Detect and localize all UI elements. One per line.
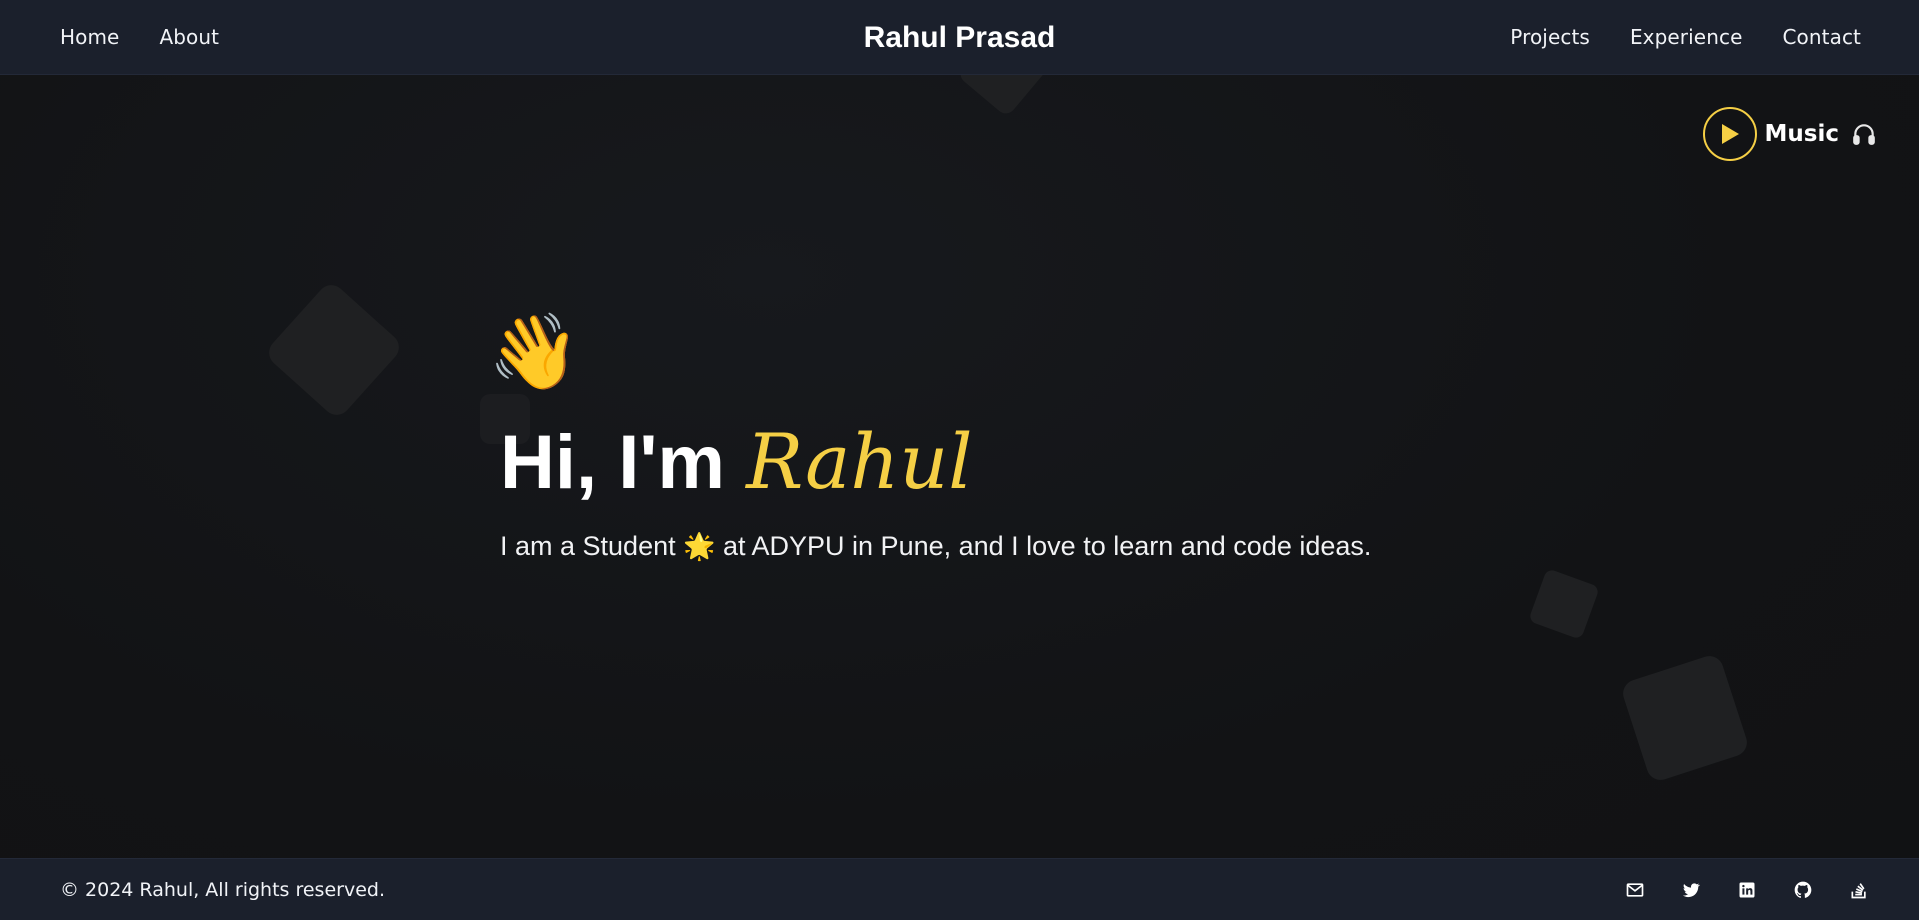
nav-contact-link[interactable]: Contact [1782, 25, 1861, 49]
decorative-square [1619, 652, 1751, 784]
site-footer: © 2024 Rahul, All rights reserved. [0, 858, 1919, 920]
nav-left: Home About [60, 25, 219, 49]
decorative-square [263, 279, 405, 421]
mail-icon [1626, 882, 1644, 897]
nav-about-link[interactable]: About [159, 25, 219, 49]
twitter-icon [1682, 882, 1700, 897]
subtitle-text-after: at ADYPU in Pune, and I love to learn an… [715, 531, 1372, 561]
headphones-icon [1853, 124, 1875, 145]
nav-right: Projects Experience Contact [1510, 25, 1861, 49]
star-emoji: 🌟 [683, 531, 716, 561]
site-header: Home About Rahul Prasad Projects Experie… [0, 0, 1919, 75]
stackoverflow-link[interactable] [1849, 880, 1869, 900]
hero-subtitle: I am a Student 🌟 at ADYPU in Pune, and I… [500, 531, 1371, 562]
hero-section: 👋 Hi, I'm Rahul I am a Student 🌟 at ADYP… [488, 312, 1371, 562]
music-label: Music [1764, 121, 1839, 147]
social-links [1625, 880, 1869, 900]
linkedin-link[interactable] [1737, 880, 1757, 900]
nav-experience-link[interactable]: Experience [1630, 25, 1743, 49]
hero-title: Hi, I'm Rahul [500, 420, 1371, 505]
nav-home-link[interactable]: Home [60, 25, 119, 49]
mail-link[interactable] [1625, 880, 1645, 900]
brand-title[interactable]: Rahul Prasad [864, 21, 1056, 55]
play-button[interactable] [1702, 107, 1757, 161]
music-toggle[interactable]: Music [1702, 107, 1877, 161]
nav-projects-link[interactable]: Projects [1510, 25, 1590, 49]
wave-emoji: 👋 [488, 310, 581, 393]
github-icon [1794, 881, 1812, 898]
copyright-text: © 2024 Rahul, All rights reserved. [60, 878, 385, 901]
page: Home About Rahul Prasad Projects Experie… [0, 0, 1919, 920]
play-icon [1721, 124, 1739, 144]
twitter-link[interactable] [1681, 880, 1701, 900]
github-link[interactable] [1793, 880, 1813, 900]
subtitle-text-before: I am a Student [500, 531, 684, 561]
hero-name: Rahul [746, 417, 973, 506]
decorative-square [1528, 568, 1600, 640]
stackoverflow-icon [1851, 882, 1866, 898]
linkedin-icon [1739, 882, 1755, 897]
hero-greeting: Hi, I'm [500, 420, 747, 505]
